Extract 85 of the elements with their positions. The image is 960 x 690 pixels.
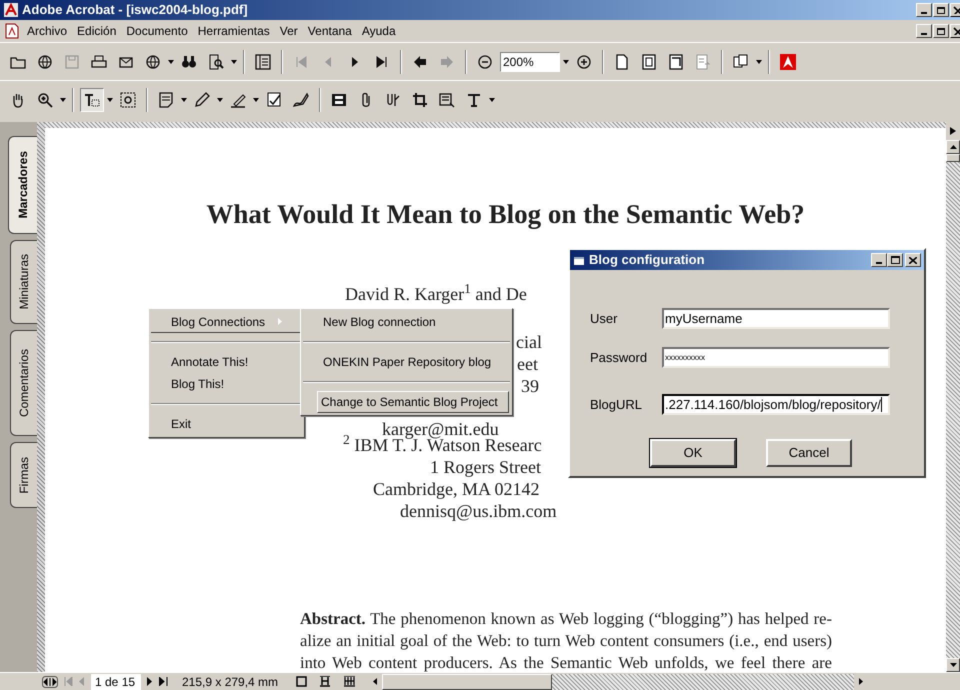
- menu-item[interactable]: Documento: [121, 22, 193, 40]
- author-line: eet: [517, 353, 538, 375]
- menu-item[interactable]: Herramientas: [192, 22, 275, 40]
- close-button[interactable]: [950, 3, 960, 17]
- page-number-field[interactable]: 1 de 15: [91, 674, 141, 690]
- side-tab[interactable]: Firmas: [10, 442, 37, 508]
- last-page-icon[interactable]: [159, 677, 168, 686]
- scroll-thumb[interactable]: [946, 154, 960, 162]
- menu-item[interactable]: Exit: [151, 413, 302, 435]
- menu-item[interactable]: Change to Semantic Blog Project: [317, 391, 509, 413]
- text-select-icon[interactable]: [80, 88, 104, 112]
- caret-icon[interactable]: [217, 98, 223, 102]
- next-page-icon[interactable]: [147, 677, 153, 686]
- continuous-page-icon[interactable]: [319, 676, 332, 687]
- single-page-icon[interactable]: [296, 676, 308, 687]
- page-size: 215,9 x 279,4 mm: [182, 674, 278, 690]
- scroll-up-button[interactable]: [946, 140, 960, 154]
- right-arrow-icon: [950, 127, 956, 135]
- menu-item[interactable]: Blog This!: [151, 373, 302, 395]
- scroll-thumb[interactable]: [382, 674, 552, 690]
- menu-item[interactable]: Annotate This!: [151, 351, 302, 373]
- author-line: cial: [516, 331, 542, 353]
- author-line: dennisq@us.ibm.com: [400, 500, 557, 522]
- menu-item[interactable]: Edición: [72, 22, 122, 40]
- caret-icon[interactable]: [168, 60, 174, 64]
- scroll-left-button[interactable]: [368, 674, 382, 690]
- input-field[interactable]: .227.114.160/blojsom/blog/repository/: [662, 394, 890, 415]
- scroll-right-button[interactable]: [854, 674, 868, 690]
- field-label: User: [590, 310, 618, 328]
- document-icon: [4, 23, 20, 39]
- menu-item[interactable]: Archivo: [22, 22, 72, 40]
- author-line: 39: [521, 375, 539, 397]
- dialog-button[interactable]: Cancel: [766, 439, 852, 467]
- right-arrow-icon: [859, 678, 864, 685]
- menu-item[interactable]: Ventana: [302, 22, 357, 40]
- side-tab[interactable]: Comentarios: [10, 330, 37, 436]
- input-field[interactable]: myUsername: [662, 308, 890, 329]
- submenu-arrow-icon: [278, 318, 282, 325]
- input-field[interactable]: xxxxxxxxxx: [662, 347, 890, 368]
- close-button[interactable]: [950, 24, 960, 38]
- close-icon: [909, 256, 917, 264]
- caret-icon[interactable]: [563, 60, 569, 64]
- close-button[interactable]: [905, 253, 921, 267]
- menu-item[interactable]: Ayuda: [356, 22, 401, 40]
- app-icon: [4, 3, 18, 17]
- caret-icon[interactable]: [231, 60, 237, 64]
- caret-icon[interactable]: [107, 98, 113, 102]
- side-tab[interactable]: Miniaturas: [10, 240, 37, 324]
- minimize-button[interactable]: [916, 24, 932, 38]
- restore-button[interactable]: [933, 24, 949, 38]
- menu-item[interactable]: Ver: [274, 22, 303, 40]
- author-line: Cambridge, MA 02142: [373, 478, 540, 500]
- menu-item[interactable]: New Blog connection: [303, 311, 510, 333]
- facing-pages-icon[interactable]: [343, 676, 356, 687]
- maximize-button[interactable]: [887, 253, 903, 267]
- caret-icon[interactable]: [756, 60, 762, 64]
- split-icon[interactable]: [42, 676, 58, 688]
- document-title: What Would It Mean to Blog on the Semantic Web?: [205, 198, 806, 230]
- minimize-button[interactable]: [916, 3, 932, 17]
- menu-item[interactable]: ONEKIN Paper Repository blog: [303, 351, 510, 373]
- panel-toggle-button[interactable]: [946, 122, 960, 140]
- field-label: Password: [590, 348, 648, 367]
- abstract-line: alize an initial goal of the Web: to turn Web content consumers (i.e., end users): [300, 630, 832, 652]
- caret-icon[interactable]: [489, 98, 495, 102]
- window-icon: [573, 254, 585, 266]
- dialog-button[interactable]: OK: [650, 439, 736, 467]
- abstract-line: into Web content producers. As the Semantic Web unfolds, we feel there are: [300, 652, 832, 672]
- author-line: David R. Karger$^{1}$ and De: [345, 283, 527, 305]
- down-arrow-icon: [950, 663, 956, 667]
- caret-icon[interactable]: [60, 98, 66, 102]
- scroll-down-button[interactable]: [946, 658, 960, 672]
- minimize-button[interactable]: [871, 253, 887, 267]
- field-label: BlogURL: [590, 396, 644, 414]
- restore-button[interactable]: [933, 3, 949, 17]
- abstract-line: Abstract. The phenomenon known as Web logging (“blogging”) has helped re-: [300, 608, 832, 630]
- author-line: 1 Rogers Street: [430, 456, 541, 478]
- window-title: Adobe Acrobat - [iswc2004-blog.pdf]: [22, 1, 248, 20]
- left-arrow-icon: [373, 678, 378, 685]
- zoom-field[interactable]: 200%: [500, 52, 560, 72]
- side-tab[interactable]: Marcadores: [8, 136, 37, 234]
- dialog-title: Blog configuration: [589, 251, 705, 270]
- vertical-scrollbar[interactable]: [946, 122, 960, 672]
- up-arrow-icon: [950, 145, 956, 149]
- caret-icon[interactable]: [253, 98, 259, 102]
- caret-icon[interactable]: [181, 98, 187, 102]
